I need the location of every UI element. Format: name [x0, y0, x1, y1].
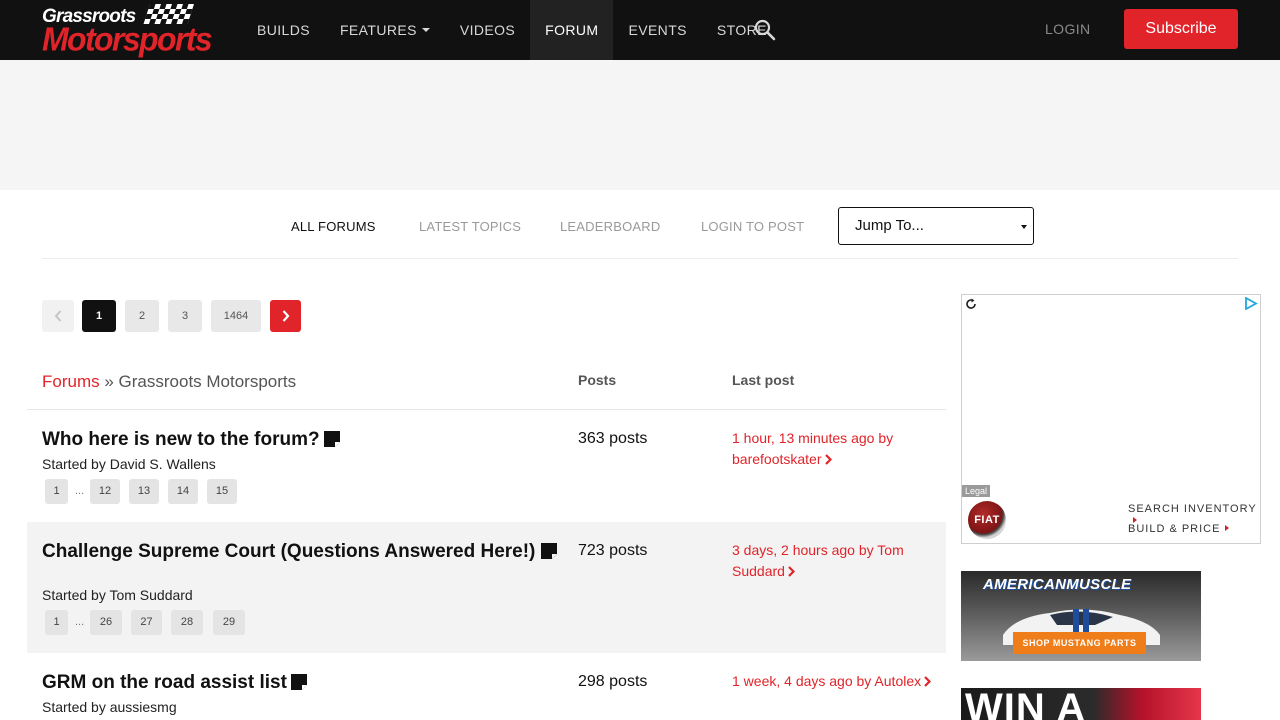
topic-page-link[interactable]: 12 — [90, 479, 120, 504]
topic-title[interactable]: Challenge Supreme Court (Questions Answe… — [42, 540, 562, 564]
topic-page-link[interactable]: 15 — [207, 479, 237, 504]
topic-title-text: Challenge Supreme Court (Questions Answe… — [42, 541, 536, 562]
top-ad-placeholder — [0, 60, 1280, 190]
sticky-note-icon — [323, 431, 340, 447]
topic-last-post-text: 1 week, 4 days ago by Autolex — [732, 673, 922, 689]
topic-title-text: GRM on the road assist list — [42, 672, 287, 693]
topic-last-post-text: 1 hour, 13 minutes ago by barefootskater — [732, 430, 894, 467]
checkered-flag-icon — [143, 4, 194, 24]
topic-last-post-link[interactable]: 1 week, 4 days ago by Autolex — [732, 671, 932, 692]
nav-videos[interactable]: VIDEOS — [445, 0, 530, 60]
chevron-right-icon — [788, 566, 795, 577]
forum-subnav: ALL FORUMS LATEST TOPICS LEADERBOARD LOG… — [42, 190, 1238, 259]
topic-last-post-text: 3 days, 2 hours ago by Tom Suddard — [732, 542, 904, 579]
americanmuscle-brand: AMERICANMUSCLE — [983, 576, 1132, 593]
chevron-left-icon — [54, 310, 62, 322]
topic-started-by: Started by aussiesmg — [42, 699, 177, 715]
topic-page-link[interactable]: 13 — [129, 479, 159, 504]
subscribe-button[interactable]: Subscribe — [1124, 9, 1238, 49]
nav-features[interactable]: FEATURES — [325, 0, 445, 60]
build-price-label: BUILD & PRICE — [1128, 523, 1221, 535]
main-nav: BUILDS FEATURES VIDEOS FORUM EVENTS STOR… — [242, 0, 782, 60]
topic-page-link[interactable]: 28 — [171, 610, 203, 635]
site-logo[interactable]: Grassroots Motorsports — [42, 4, 213, 58]
search-inventory-label: SEARCH INVENTORY — [1128, 503, 1257, 515]
jump-to-select[interactable]: Jump To... — [838, 207, 1034, 245]
table-row: Who here is new to the forum? Started by… — [27, 410, 946, 522]
ad-choices-icon[interactable] — [1244, 297, 1258, 310]
topic-last-post-link[interactable]: 3 days, 2 hours ago by Tom Suddard — [732, 540, 932, 582]
topic-post-count: 723 posts — [578, 542, 648, 559]
topic-page-link[interactable]: 1 — [45, 610, 68, 635]
chevron-down-icon — [1021, 225, 1027, 229]
breadcrumb-current: Grassroots Motorsports — [118, 372, 297, 391]
chevron-right-icon — [924, 676, 932, 687]
page-button-3[interactable]: 3 — [168, 300, 202, 332]
sticky-note-icon — [540, 543, 557, 559]
chevron-right-icon — [282, 310, 289, 322]
page-button-1[interactable]: 1 — [82, 300, 116, 332]
login-link[interactable]: LOGIN — [1045, 21, 1091, 37]
topic-last-post-link[interactable]: 1 hour, 13 minutes ago by barefootskater — [732, 428, 932, 470]
tab-leaderboard[interactable]: LEADERBOARD — [560, 219, 660, 234]
chevron-down-icon — [421, 28, 430, 32]
table-row: Challenge Supreme Court (Questions Answe… — [27, 522, 946, 653]
sticky-note-icon — [290, 674, 307, 690]
topic-post-count: 363 posts — [578, 430, 648, 447]
nav-forum[interactable]: FORUM — [530, 0, 614, 60]
nav-features-label: FEATURES — [339, 22, 417, 38]
topic-page-link[interactable]: 27 — [131, 610, 162, 635]
nav-builds-label: BUILDS — [257, 22, 310, 38]
topic-page-ellipsis: ... — [75, 485, 85, 497]
topic-title[interactable]: GRM on the road assist list — [42, 671, 562, 695]
topic-title[interactable]: Who here is new to the forum? — [42, 428, 562, 452]
ad-legal-label[interactable]: Legal — [962, 485, 991, 497]
chevron-right-icon — [824, 454, 832, 465]
table-row: GRM on the road assist list Started by a… — [27, 653, 946, 720]
nav-videos-label: VIDEOS — [459, 22, 516, 38]
triangle-right-icon — [1225, 525, 1230, 531]
topic-page-link[interactable]: 14 — [168, 479, 198, 504]
fiat-logo: FIAT — [968, 501, 1006, 539]
nav-events-label: EVENTS — [628, 22, 687, 38]
nav-builds[interactable]: BUILDS — [242, 0, 325, 60]
topic-title-text: Who here is new to the forum? — [42, 429, 320, 450]
breadcrumb-separator: » — [99, 372, 119, 391]
page-button-last[interactable]: 1464 — [211, 300, 261, 332]
breadcrumb-forums-link[interactable]: Forums — [42, 372, 100, 391]
column-header-posts: Posts — [578, 372, 617, 388]
column-header-last-post: Last post — [732, 372, 795, 388]
sidebar-ad-fiat[interactable]: Legal FIAT SEARCH INVENTORY BUILD & PRIC… — [961, 294, 1261, 544]
build-price-link[interactable]: BUILD & PRICE — [1128, 523, 1230, 535]
topic-page-link[interactable]: 26 — [90, 610, 122, 635]
page-button-2[interactable]: 2 — [125, 300, 159, 332]
topic-table-header: Forums » Grassroots Motorsports Posts La… — [27, 360, 946, 410]
nav-events[interactable]: EVENTS — [613, 0, 701, 60]
tab-latest-topics[interactable]: LATEST TOPICS — [419, 219, 521, 234]
tab-all-forums[interactable]: ALL FORUMS — [291, 219, 376, 234]
topic-started-by: Started by David S. Wallens — [42, 456, 216, 472]
topic-started-by: Started by Tom Suddard — [42, 587, 193, 603]
topic-page-link[interactable]: 29 — [213, 610, 245, 635]
refresh-icon[interactable] — [965, 298, 977, 310]
nav-forum-label: FORUM — [545, 22, 599, 38]
next-page-button[interactable] — [270, 300, 301, 332]
tab-login-to-post[interactable]: LOGIN TO POST — [701, 219, 804, 234]
sidebar-ad-americanmuscle[interactable]: AMERICANMUSCLE SHOP MUSTANG PARTS — [961, 571, 1201, 661]
topic-page-link[interactable]: 1 — [45, 479, 68, 504]
topic-post-count: 298 posts — [578, 673, 648, 690]
jump-to-value: Jump To... — [855, 217, 924, 234]
prev-page-button[interactable] — [42, 300, 74, 332]
top-navigation-bar: Grassroots Motorsports BUILDS FEATURES V… — [0, 0, 1280, 60]
topic-page-ellipsis: ... — [75, 616, 85, 628]
shop-mustang-parts-button[interactable]: SHOP MUSTANG PARTS — [1013, 632, 1146, 654]
win-ad-headline: WIN A — [965, 688, 1087, 720]
breadcrumb: Forums » Grassroots Motorsports — [42, 372, 296, 392]
sidebar-ad-win[interactable]: WIN A — [961, 688, 1201, 720]
search-icon[interactable] — [754, 19, 776, 41]
